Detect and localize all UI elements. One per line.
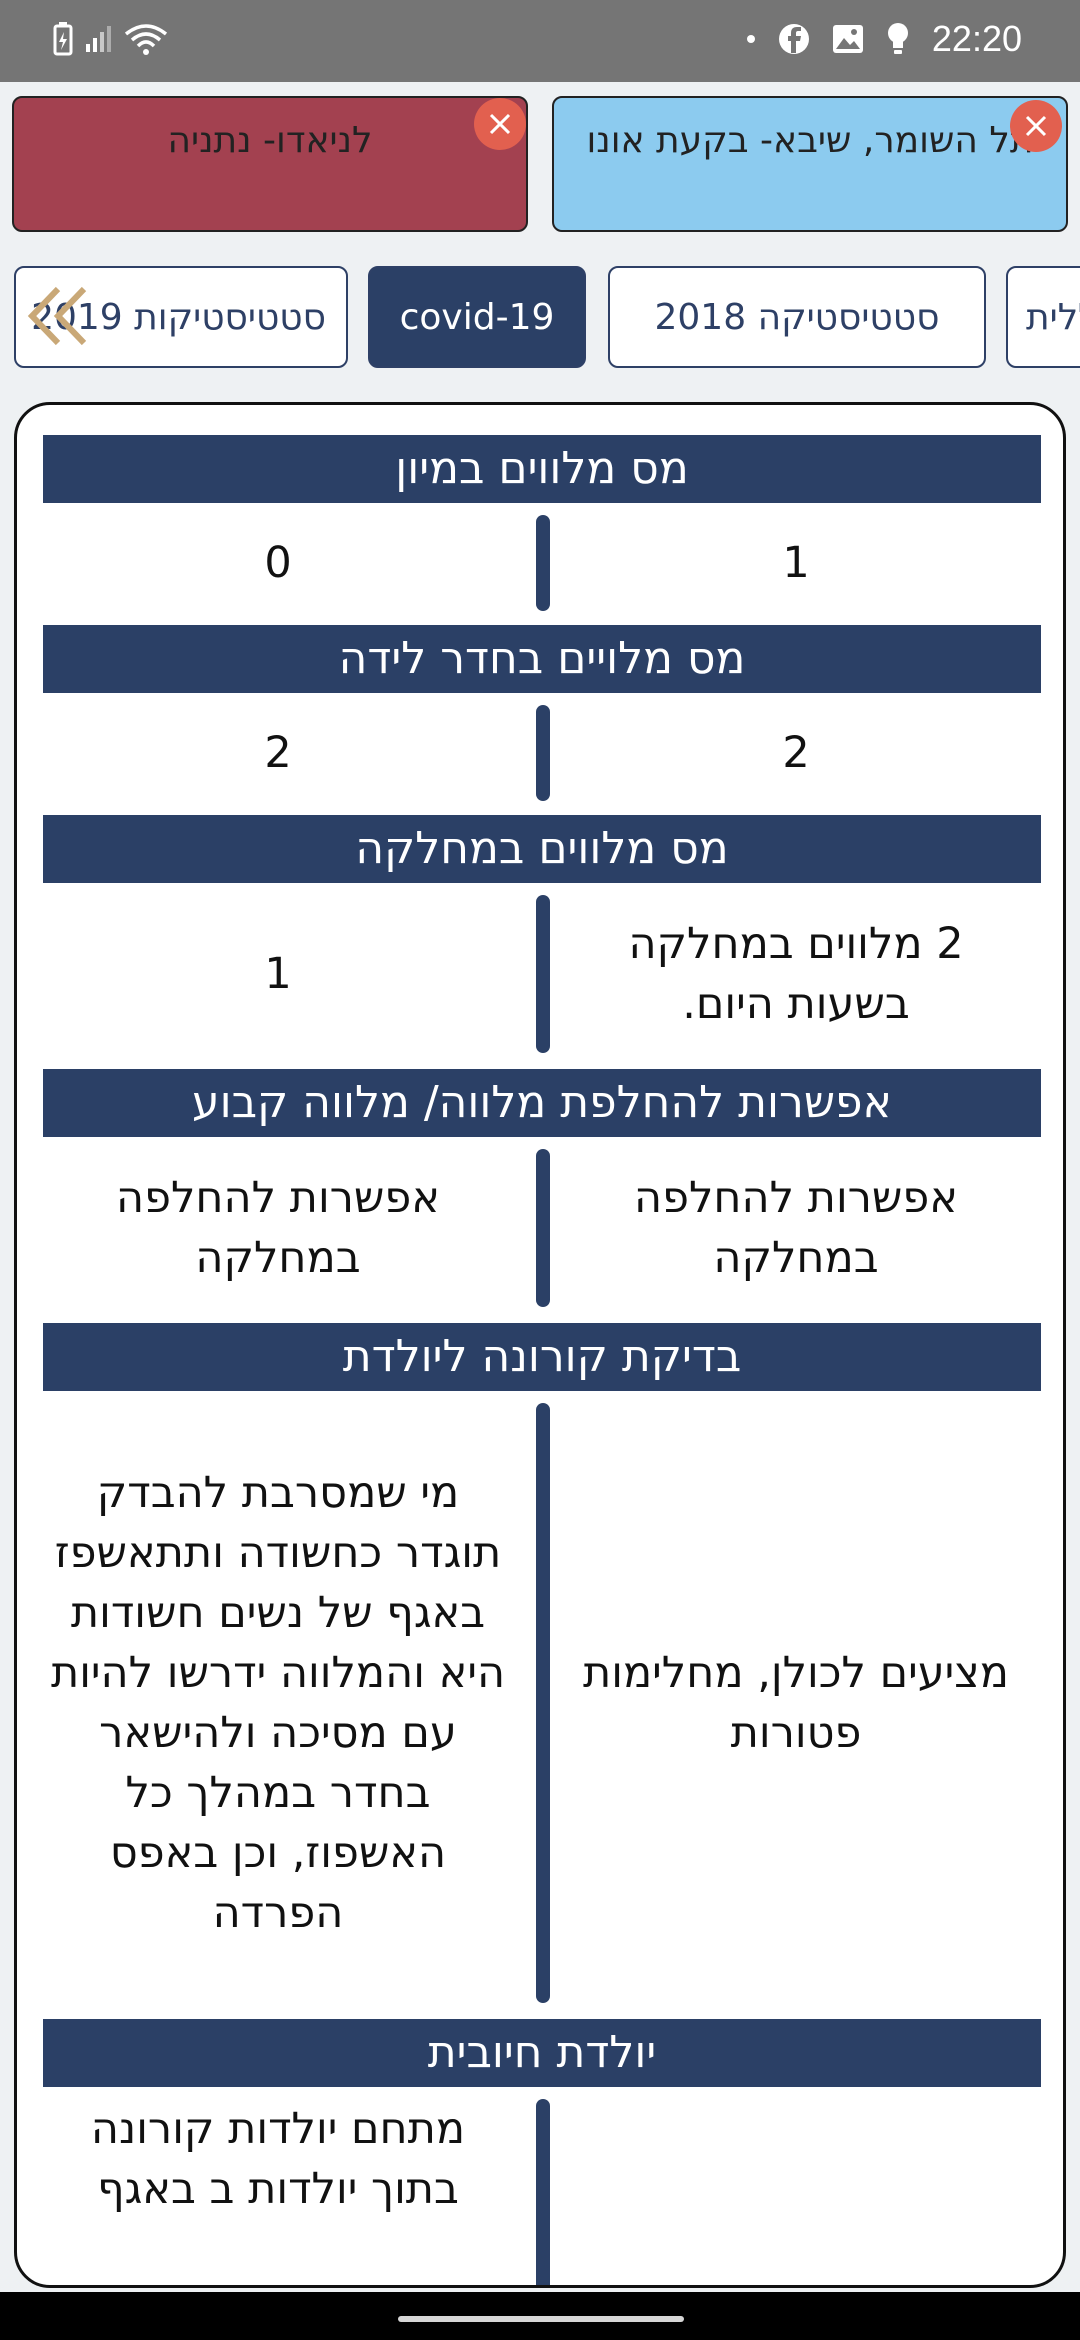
gallery-icon (832, 24, 864, 54)
status-time: 22:20 (931, 18, 1022, 59)
section-header: בדיקת קורונה ליולדת (43, 1323, 1041, 1391)
column-divider (536, 515, 550, 611)
section-header: יולדת חיובית (43, 2019, 1041, 2087)
status-left-icons (52, 22, 168, 56)
value-left: מי שמסרבת להבדק תוגדר כחשודה ותתאשפז באג… (50, 1468, 506, 1938)
value-right: 1 (782, 538, 810, 588)
compare-card-laniado[interactable]: לניאדו- נתניה (12, 96, 528, 232)
compare-card-label: לניאדו- נתניה (167, 120, 373, 161)
dot-icon (746, 34, 756, 44)
battery-charging-icon (52, 22, 74, 56)
home-handle[interactable] (398, 2316, 684, 2322)
column-divider (536, 705, 550, 801)
comparison-panel: מס מלווים במיון 1 0 מס מלויים בחדר לידה … (14, 402, 1066, 2288)
tab-statistics-2018[interactable]: סטטיסטיקה 2018 (608, 266, 986, 368)
value-left: 1 (264, 949, 292, 999)
value-left: אפשרות להחלפה במחלקה (116, 1173, 440, 1283)
value-right: אפשרות להחלפה במחלקה (634, 1173, 958, 1283)
section-header: מס מלויים בחדר לידה (43, 625, 1041, 693)
tab-covid-19[interactable]: covid-19 (368, 266, 586, 368)
section-header: מס מלווים במיון (43, 435, 1041, 503)
tab-general[interactable]: כללית (1006, 266, 1080, 368)
bulb-icon (886, 22, 910, 56)
value-right: 2 מלווים במחלקה בשעות היום. (628, 919, 964, 1029)
column-divider (536, 1149, 550, 1307)
status-bar: 22:20 (0, 0, 1080, 82)
wifi-icon (124, 22, 168, 56)
value-right: 2 (782, 728, 810, 778)
facebook-icon (778, 23, 810, 55)
chevron-double-left-icon[interactable] (22, 283, 92, 349)
value-left: 2 (264, 728, 292, 778)
signal-icon (84, 24, 114, 54)
value-left: מתחם יולדות קורונה בתוך יולדות ב באגף (90, 2104, 466, 2214)
value-right (567, 2099, 1025, 2239)
section-header: אפשרות להחלפת מלווה/ מלווה קבוע (43, 1069, 1041, 1137)
compare-card-label: תל השומר, שיבא- בקעת אונו (586, 120, 1034, 161)
navigation-bar (0, 2292, 1080, 2340)
column-divider (536, 2099, 550, 2285)
close-icon[interactable] (1010, 100, 1062, 152)
value-right: מציעים לכולן, מחלימות פטורות (583, 1648, 1009, 1758)
status-right-icons: 22:20 (746, 18, 1022, 60)
compare-card-sheba[interactable]: תל השומר, שיבא- בקעת אונו (552, 96, 1068, 232)
section-header: מס מלווים במחלקה (43, 815, 1041, 883)
value-left: 0 (264, 538, 292, 588)
column-divider (536, 895, 550, 1053)
column-divider (536, 1403, 550, 2003)
close-icon[interactable] (474, 98, 526, 150)
